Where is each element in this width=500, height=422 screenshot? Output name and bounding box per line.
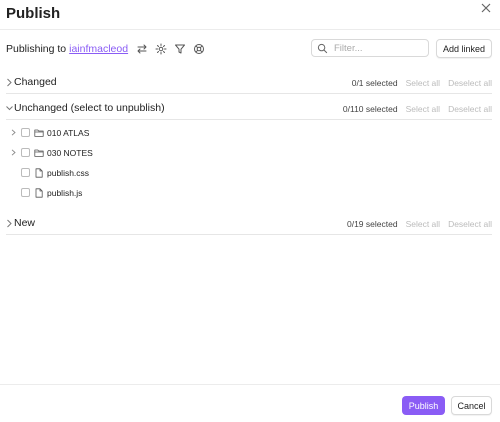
item-label: publish.css [47,168,90,178]
section-title: Unchanged (select to unpublish) [14,102,165,114]
file-icon [35,168,43,178]
item-checkbox[interactable] [21,188,30,197]
select-all-link[interactable]: Select all [406,104,441,114]
publishing-to-label: Publishing to [6,43,67,55]
deselect-all-link[interactable]: Deselect all [448,219,492,229]
section-changed[interactable]: Changed 0/1 selected Select all Deselect… [0,72,492,94]
item-label: 010 ATLAS [47,128,90,138]
item-checkbox[interactable] [21,148,30,157]
chevron-right-icon[interactable] [11,129,16,136]
section-actions: 0/110 selected Select all Deselect all [343,104,492,114]
section-divider [6,119,492,120]
chevron-right-icon[interactable] [11,149,16,156]
select-all-link[interactable]: Select all [406,78,441,88]
filter-icon[interactable] [174,43,186,55]
publish-button[interactable]: Publish [402,396,445,415]
publishing-target-row: Publishing to iainfmacleod [6,42,205,56]
close-icon[interactable] [478,0,494,16]
selected-count: 0/1 selected [351,78,398,88]
support-icon[interactable] [193,43,205,55]
selected-count: 0/110 selected [342,104,398,114]
footer-divider [0,384,500,385]
chevron-right-icon [7,219,12,228]
chevron-down-icon [6,106,13,111]
header-divider [0,29,500,30]
folder-icon [34,149,44,157]
file-icon [35,188,43,198]
selected-count: 0/19 selected [346,219,398,229]
section-title: Changed [14,76,57,88]
swap-icon[interactable] [136,43,148,55]
section-actions: 0/19 selected Select all Deselect all [347,219,492,229]
item-checkbox[interactable] [21,168,30,177]
filter-input[interactable] [334,42,424,54]
folder-icon [34,129,44,137]
cancel-button[interactable]: Cancel [451,396,492,415]
settings-icon[interactable] [155,43,167,55]
section-divider [6,234,492,235]
section-divider [6,93,492,94]
search-icon [317,43,328,53]
filter-box [311,39,429,57]
item-checkbox[interactable] [21,128,30,137]
section-new[interactable]: New 0/19 selected Select all Deselect al… [0,213,492,235]
chevron-right-icon [7,78,12,87]
dialog-title: Publish [6,5,61,22]
section-title: New [14,217,36,229]
account-link[interactable]: iainfmacleod [69,43,128,55]
section-actions: 0/1 selected Select all Deselect all [352,78,492,88]
section-unchanged[interactable]: Unchanged (select to unpublish) 0/110 se… [0,98,492,120]
item-label: 030 NOTES [47,148,93,158]
deselect-all-link[interactable]: Deselect all [448,104,492,114]
select-all-link[interactable]: Select all [406,219,441,229]
deselect-all-link[interactable]: Deselect all [448,78,492,88]
item-label: publish.js [47,188,83,198]
publish-dialog: Publish Publishing to iainfmacleod Add l… [0,0,500,422]
add-linked-button[interactable]: Add linked [436,39,492,58]
